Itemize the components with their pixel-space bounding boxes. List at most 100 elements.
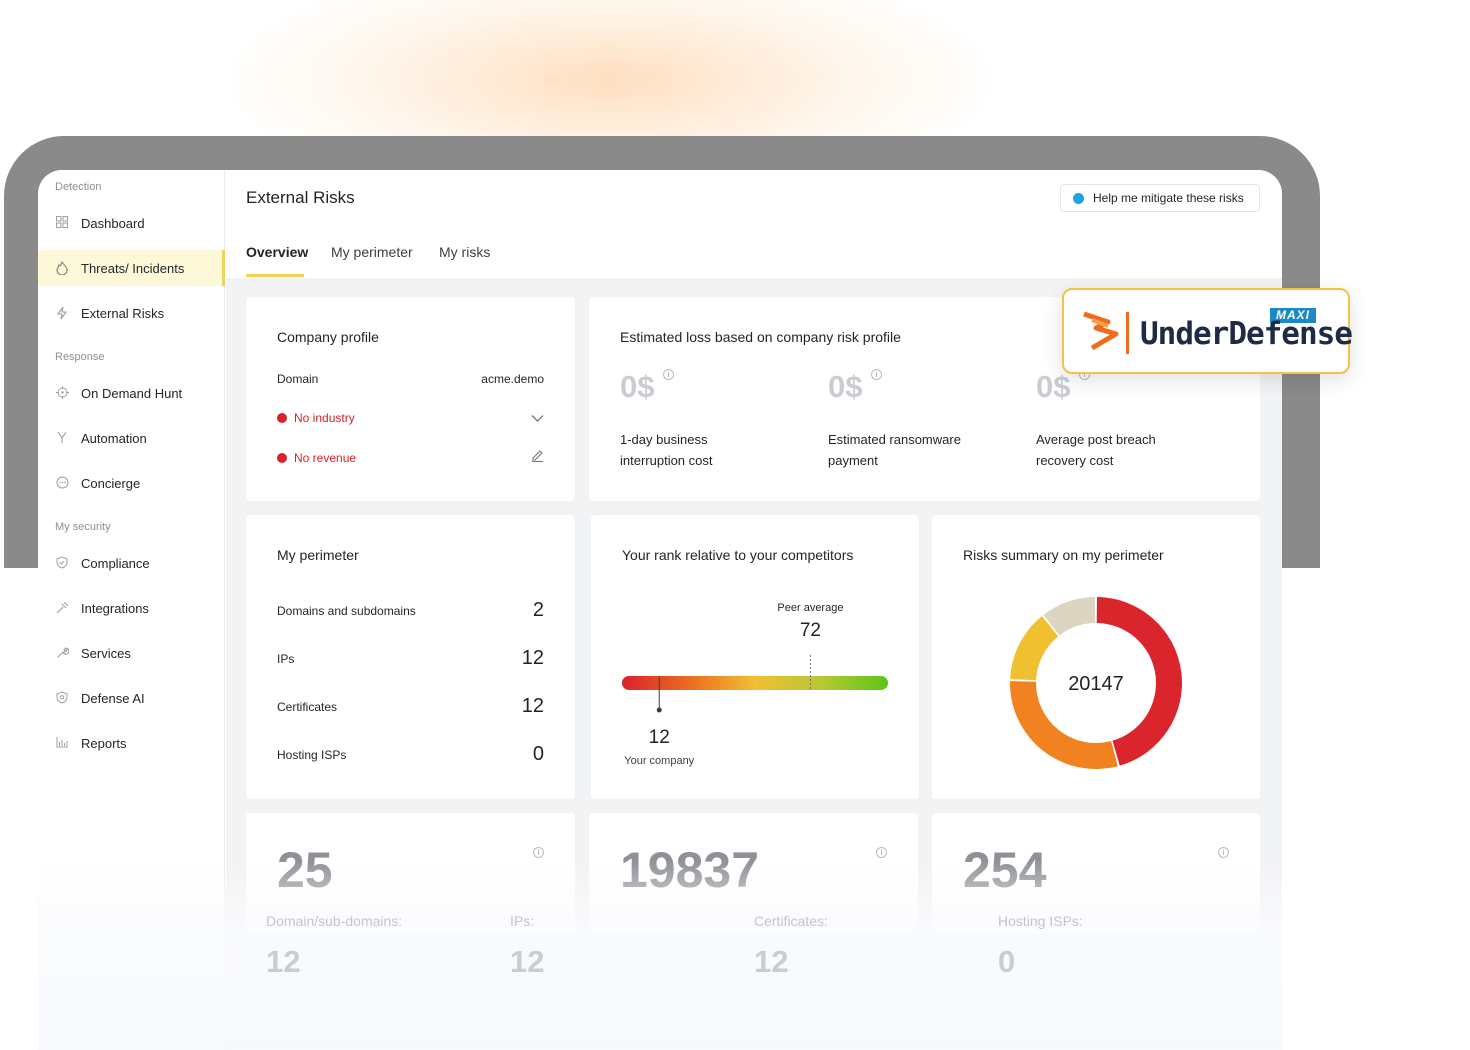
- risks-donut-chart: 20147: [1010, 597, 1182, 769]
- bottom-stat-label: Domain/sub-domains:: [266, 913, 403, 929]
- bottom-stat-value: 12: [754, 944, 789, 979]
- peer-average-value: 72: [800, 620, 821, 641]
- loss-value-text: 0$: [1036, 369, 1071, 404]
- loss-value-text: 0$: [828, 369, 863, 404]
- my-perimeter-title: My perimeter: [277, 547, 359, 563]
- revenue-warning: No revenue: [277, 451, 356, 465]
- risks-total: 20147: [1068, 673, 1124, 695]
- alert-icon: [277, 453, 287, 463]
- company-profile-title: Company profile: [277, 329, 379, 345]
- loss-label-line: payment: [828, 453, 878, 468]
- brand-name: UnderDefense: [1140, 316, 1353, 352]
- sidebar-item-services[interactable]: Services: [38, 635, 225, 671]
- underdefense-logo-icon: [1083, 311, 1119, 351]
- tab-my-risks[interactable]: My risks: [439, 244, 490, 260]
- estimated-loss-title: Estimated loss based on company risk pro…: [620, 329, 901, 345]
- info-icon[interactable]: i: [663, 369, 675, 380]
- loss-value-3: 0$ i: [1036, 369, 1091, 405]
- my-perimeter-card: My perimeter Domains and subdomains 2 IP…: [246, 515, 575, 799]
- bottom-stat-label: Hosting ISPs:: [998, 913, 1083, 929]
- bottom-fade-overlay: [38, 860, 1282, 1050]
- branch-icon: [55, 431, 69, 445]
- sidebar-caption-detection: Detection: [55, 181, 102, 193]
- sidebar-item-compliance[interactable]: Compliance: [38, 545, 225, 581]
- rank-gauge: Peer average 72 12 Your company: [622, 602, 888, 767]
- edit-revenue-pencil-icon[interactable]: [531, 449, 544, 467]
- perimeter-row-value[interactable]: 12: [522, 647, 544, 670]
- bar-chart-icon: [55, 736, 69, 750]
- industry-dropdown-chevron-down-icon[interactable]: [531, 410, 544, 428]
- perimeter-row-value[interactable]: 12: [522, 695, 544, 718]
- domain-value: acme.demo: [481, 372, 544, 386]
- sidebar-item-on-demand-hunt[interactable]: On Demand Hunt: [38, 375, 225, 411]
- sidebar-item-label: On Demand Hunt: [81, 385, 183, 401]
- tab-my-perimeter[interactable]: My perimeter: [331, 244, 413, 260]
- loss-value-1: 0$ i: [620, 369, 675, 405]
- sidebar-item-label: Dashboard: [81, 215, 145, 231]
- perimeter-row-value[interactable]: 2: [533, 599, 544, 622]
- bottom-stat-value: 0: [998, 944, 1016, 979]
- revenue-warning-text: No revenue: [294, 451, 357, 465]
- rank-scale-bar: [622, 676, 888, 690]
- sidebar-caption-response: Response: [55, 351, 105, 363]
- bolt-icon: [55, 306, 69, 320]
- page-title: External Risks: [246, 188, 355, 207]
- alert-icon: [277, 413, 287, 423]
- company-marker-dot: [656, 707, 662, 713]
- help-mitigate-label: Help me mitigate these risks: [1093, 191, 1244, 205]
- perimeter-row-value[interactable]: 0: [533, 743, 544, 766]
- perimeter-row-label: Hosting ISPs: [277, 748, 347, 762]
- bottom-stat-value: 12: [510, 944, 545, 979]
- sidebar-item-defense-ai[interactable]: Defense AI: [38, 680, 225, 716]
- sidebar-item-label: Reports: [81, 735, 127, 751]
- perimeter-row-label: Domains and subdomains: [277, 604, 416, 618]
- loss-label-line: Estimated ransomware: [828, 432, 961, 447]
- loss-value-2: 0$ i: [828, 369, 883, 405]
- sidebar-item-label: External Risks: [81, 305, 165, 321]
- peer-average-label: Peer average: [777, 602, 843, 614]
- loss-label-2: Estimated ransomware payment: [828, 429, 998, 471]
- rank-card: Your rank relative to your competitors P…: [591, 515, 919, 799]
- info-icon[interactable]: i: [1218, 847, 1229, 858]
- sidebar-item-label: Compliance: [81, 555, 150, 571]
- sidebar-item-threats[interactable]: Threats/ Incidents: [38, 250, 225, 286]
- company-profile-card: Company profile Domain acme.demo No indu…: [246, 297, 575, 501]
- crosshair-icon: [55, 386, 69, 400]
- info-icon[interactable]: i: [533, 847, 544, 858]
- shield-icon: [55, 691, 69, 705]
- perimeter-row-label: Certificates: [277, 700, 338, 714]
- industry-warning: No industry: [277, 411, 355, 425]
- bottom-stat-value: 12: [266, 944, 301, 979]
- plug-icon: [55, 601, 69, 615]
- sidebar-item-reports[interactable]: Reports: [38, 725, 225, 761]
- sidebar-item-integrations[interactable]: Integrations: [38, 590, 225, 626]
- domain-label: Domain: [277, 372, 319, 386]
- help-mitigate-button[interactable]: Help me mitigate these risks: [1060, 184, 1260, 212]
- bottom-stat-label: Certificates:: [754, 913, 828, 929]
- sidebar-item-automation[interactable]: Automation: [38, 420, 225, 456]
- bottom-stat-label: IPs:: [510, 913, 535, 929]
- loss-value-text: 0$: [620, 369, 655, 404]
- loss-label-1: 1-day business interruption cost: [620, 429, 790, 471]
- active-tab-indicator: [246, 274, 304, 277]
- sidebar-item-label: Concierge: [81, 475, 141, 491]
- chat-bubble-icon: [1073, 192, 1084, 204]
- header: External Risks Help me mitigate these ri…: [226, 170, 1282, 278]
- wrench-icon: [55, 646, 69, 660]
- sidebar-item-concierge[interactable]: Concierge: [38, 465, 225, 501]
- brand-logo-card: MAXI UnderDefense: [1062, 288, 1353, 374]
- sidebar-item-label: Automation: [81, 430, 147, 446]
- tab-overview[interactable]: Overview: [246, 244, 308, 260]
- loss-label-line: interruption cost: [620, 453, 713, 468]
- perimeter-row-label: IPs: [277, 652, 295, 666]
- info-icon[interactable]: i: [876, 847, 887, 858]
- sidebar-item-external-risks[interactable]: External Risks: [38, 295, 225, 331]
- sidebar-item-dashboard[interactable]: Dashboard: [38, 205, 225, 241]
- loss-label-3: Average post breach recovery cost: [1036, 429, 1206, 471]
- info-icon[interactable]: i: [871, 369, 883, 380]
- donut-segment-medium[interactable]: [1010, 616, 1059, 681]
- shield-check-icon: [55, 556, 69, 570]
- sidebar-item-label: Defense AI: [81, 690, 145, 706]
- sidebar-item-label: Services: [81, 645, 131, 661]
- sidebar-item-label: Threats/ Incidents: [81, 260, 185, 276]
